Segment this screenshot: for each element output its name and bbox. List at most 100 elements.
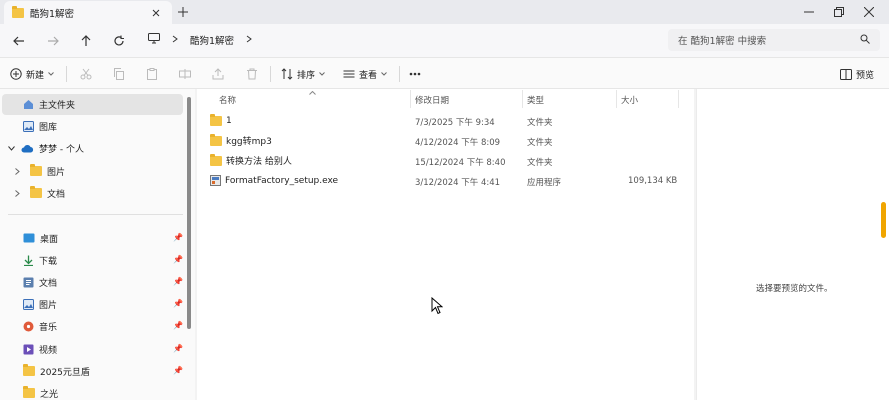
tab-title: 酷狗1解密 <box>30 8 75 20</box>
file-name: FormatFactory_setup.exe <box>225 175 339 186</box>
quick-access-pictures[interactable]: 图片 <box>23 294 57 314</box>
file-date: 3/12/2024 下午 4:41 <box>415 178 501 188</box>
chevron-right-icon[interactable] <box>172 35 178 46</box>
tab-active[interactable]: 酷狗1解密 <box>4 1 172 24</box>
video-icon <box>23 344 34 354</box>
folder-icon <box>210 153 222 166</box>
command-bar <box>0 57 889 89</box>
scissors-icon <box>80 68 92 80</box>
sort-label: 排序 <box>297 70 316 81</box>
gallery-icon <box>23 120 34 132</box>
quick-access-downloads[interactable]: 下载 <box>23 250 57 270</box>
breadcrumb-item[interactable]: 酷狗1解密 <box>190 33 234 47</box>
sidebar-item-label: 梦梦 - 个人 <box>39 144 84 155</box>
column-divider[interactable] <box>410 90 411 108</box>
chevron-right-icon <box>15 167 20 175</box>
sidebar-item-gallery[interactable]: 图库 <box>23 116 57 136</box>
sidebar-scrollbar[interactable] <box>187 97 191 329</box>
documents-icon <box>23 277 34 287</box>
column-header-type[interactable]: 类型 <box>527 94 544 106</box>
new-button[interactable]: 新建 <box>10 65 54 83</box>
paste-button[interactable] <box>146 65 158 83</box>
sidebar-item-pictures[interactable]: 图片 <box>15 161 65 181</box>
preview-pane-icon <box>840 68 852 80</box>
maximize-button[interactable] <box>824 0 854 24</box>
folder-icon <box>210 133 222 146</box>
quick-access-label: 桌面 <box>40 234 59 245</box>
column-divider[interactable] <box>522 90 523 108</box>
quick-access-label: 之光 <box>40 389 59 400</box>
pin-icon[interactable]: 📌 <box>173 344 183 353</box>
rename-button[interactable] <box>179 65 191 83</box>
file-date: 15/12/2024 下午 8:40 <box>415 158 506 168</box>
column-header-date[interactable]: 修改日期 <box>415 94 449 106</box>
monitor-icon <box>148 33 160 47</box>
new-tab-button[interactable] <box>178 3 196 21</box>
close-window-button[interactable] <box>854 0 884 24</box>
paste-icon <box>147 68 157 80</box>
scroll-indicator[interactable] <box>881 202 886 238</box>
refresh-button[interactable] <box>108 30 130 52</box>
mouse-cursor-icon <box>431 296 444 318</box>
preview-pane-button[interactable]: 预览 <box>840 65 874 83</box>
pin-icon[interactable]: 📌 <box>173 277 183 286</box>
new-label: 新建 <box>26 70 45 81</box>
quick-access-folder-2025[interactable]: 2025元旦盾 <box>23 361 90 381</box>
delete-button[interactable] <box>246 65 258 83</box>
forward-button[interactable] <box>42 30 64 52</box>
file-row[interactable]: kgg转mp3 <box>210 131 272 150</box>
quick-access-label: 文档 <box>39 278 58 289</box>
pin-icon[interactable]: 📌 <box>173 299 183 308</box>
column-divider[interactable] <box>678 90 679 108</box>
copy-button[interactable] <box>113 65 125 83</box>
file-name: 转换方法 给别人 <box>226 157 292 167</box>
folder-icon <box>12 5 24 18</box>
pictures-icon <box>23 298 34 310</box>
minimize-button[interactable] <box>794 0 824 24</box>
sidebar-item-home[interactable]: 主文件夹 <box>23 94 75 114</box>
quick-access-label: 音乐 <box>39 322 58 333</box>
pin-icon[interactable]: 📌 <box>173 233 183 242</box>
back-button[interactable] <box>8 30 30 52</box>
cut-button[interactable] <box>80 65 92 83</box>
quick-access-label: 2025元旦盾 <box>40 367 90 378</box>
search-input[interactable]: 在 酷狗1解密 中搜索 <box>668 29 880 51</box>
home-icon <box>24 99 33 109</box>
view-button[interactable]: 查看 <box>343 65 387 83</box>
file-row[interactable]: 转换方法 给别人 <box>210 151 292 170</box>
desktop-icon <box>23 233 35 243</box>
column-divider[interactable] <box>616 90 617 108</box>
column-header-name[interactable]: 名称 <box>219 94 236 106</box>
more-icon <box>409 72 421 76</box>
sidebar-item-documents[interactable]: 文档 <box>15 183 65 203</box>
divider <box>66 66 67 82</box>
pin-icon[interactable]: 📌 <box>173 255 183 264</box>
quick-access-documents[interactable]: 文档 <box>23 272 57 292</box>
folder-icon <box>23 364 35 376</box>
close-tab-icon[interactable] <box>148 5 164 21</box>
quick-access-folder-zhiguang[interactable]: 之光 <box>23 383 58 400</box>
file-row[interactable]: FormatFactory_setup.exe <box>210 171 338 190</box>
divider <box>8 214 183 215</box>
chevron-right-icon[interactable] <box>246 35 252 46</box>
plus-circle-icon <box>10 68 22 80</box>
sidebar-item-label: 主文件夹 <box>39 100 76 111</box>
pin-icon[interactable]: 📌 <box>173 366 183 375</box>
sort-button[interactable]: 排序 <box>281 65 325 83</box>
file-row[interactable]: 1 <box>210 111 232 130</box>
quick-access-videos[interactable]: 视频 <box>23 339 57 359</box>
chevron-down-icon <box>8 145 15 151</box>
share-button[interactable] <box>212 65 224 83</box>
preview-message: 选择要预览的文件。 <box>756 284 833 294</box>
column-header-size[interactable]: 大小 <box>621 94 638 106</box>
quick-access-music[interactable]: 音乐 <box>23 316 57 336</box>
pin-icon[interactable]: 📌 <box>173 321 183 330</box>
preview-pane <box>696 89 889 400</box>
quick-access-desktop[interactable]: 桌面 <box>23 228 58 248</box>
sidebar-item-onedrive[interactable]: 梦梦 - 个人 <box>8 138 84 158</box>
up-button[interactable] <box>75 30 97 52</box>
address-bar[interactable]: 酷狗1解密 <box>140 29 661 51</box>
more-options-button[interactable] <box>409 65 421 83</box>
quick-access-label: 下载 <box>39 256 58 267</box>
sort-ascending-icon <box>309 87 316 98</box>
